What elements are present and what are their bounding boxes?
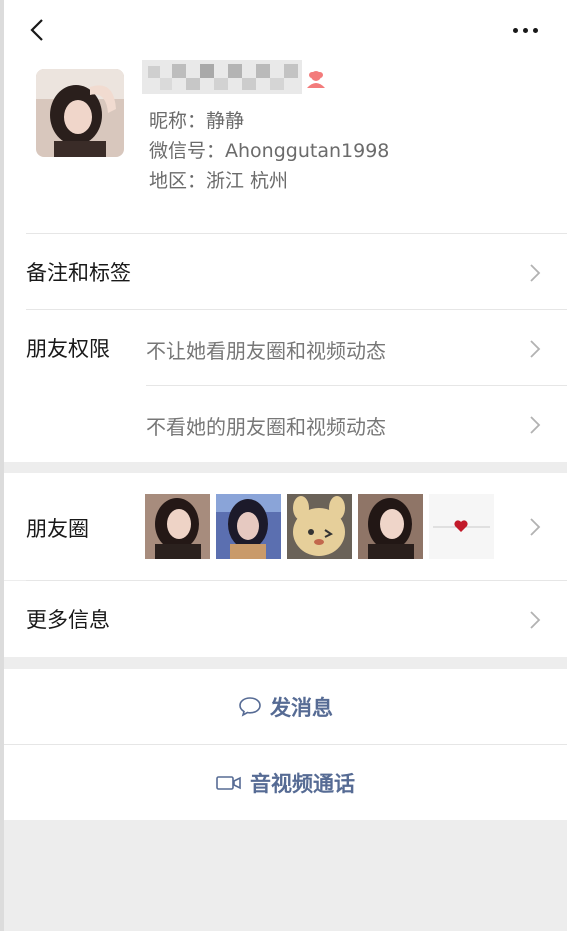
moments-thumbnail — [145, 494, 210, 559]
more-info-label: 更多信息 — [26, 608, 110, 632]
moments-thumbnail — [429, 494, 494, 559]
chevron-right-icon — [530, 416, 541, 434]
region-line: 地区：浙江 杭州 — [149, 166, 288, 193]
send-message-label: 发消息 — [270, 695, 333, 720]
permission-row-2[interactable]: 不看她的朋友圈和视频动态 — [4, 386, 567, 462]
more-info-row[interactable]: 更多信息 — [4, 581, 567, 657]
chevron-right-icon — [530, 611, 541, 629]
female-user-icon — [307, 71, 325, 88]
chevron-right-icon — [530, 264, 541, 282]
more-dots-icon[interactable] — [513, 22, 543, 38]
moments-label: 朋友圈 — [26, 517, 89, 541]
permissions-label: 朋友权限 — [26, 337, 110, 361]
wechat-id-value: Ahonggutan1998 — [225, 140, 390, 162]
region-label: 地区： — [149, 170, 207, 192]
moments-thumbnail — [358, 494, 423, 559]
nickname-value: 静静 — [206, 110, 245, 132]
nickname-line: 昵称：静静 — [149, 106, 244, 133]
remarks-row[interactable]: 备注和标签 — [4, 234, 567, 310]
contact-profile-page: 昵称：静静 微信号：Ahonggutan1998 地区：浙江 杭州 备注和标签 … — [0, 0, 567, 931]
wechat-id-label: 微信号： — [149, 140, 226, 162]
nickname-label: 昵称： — [149, 110, 207, 132]
chat-bubble-icon — [239, 696, 261, 717]
remarks-label: 备注和标签 — [26, 261, 131, 285]
permission-1-text: 不让她看朋友圈和视频动态 — [146, 339, 386, 363]
video-call-button[interactable]: 音视频通话 — [4, 745, 567, 820]
wechat-id-line: 微信号：Ahonggutan1998 — [149, 136, 389, 163]
moments-row[interactable]: 朋友圈 — [4, 473, 567, 580]
permission-row-1[interactable]: 朋友权限 不让她看朋友圈和视频动态 — [4, 310, 567, 386]
region-value: 浙江 杭州 — [206, 170, 289, 192]
chevron-left-icon[interactable] — [24, 16, 52, 44]
video-camera-icon — [216, 775, 241, 790]
moments-thumbnail — [287, 494, 352, 559]
send-message-button[interactable]: 发消息 — [4, 669, 567, 744]
moments-thumbnails — [145, 494, 494, 559]
video-call-label: 音视频通话 — [250, 771, 355, 796]
name-obscured — [142, 60, 302, 94]
profile-header: 昵称：静静 微信号：Ahonggutan1998 地区：浙江 杭州 — [4, 60, 567, 234]
moments-thumbnail — [216, 494, 281, 559]
chevron-right-icon — [530, 340, 541, 358]
top-bar — [4, 0, 567, 60]
chevron-right-icon — [530, 518, 541, 536]
permission-2-text: 不看她的朋友圈和视频动态 — [146, 415, 386, 439]
avatar[interactable] — [36, 69, 124, 157]
